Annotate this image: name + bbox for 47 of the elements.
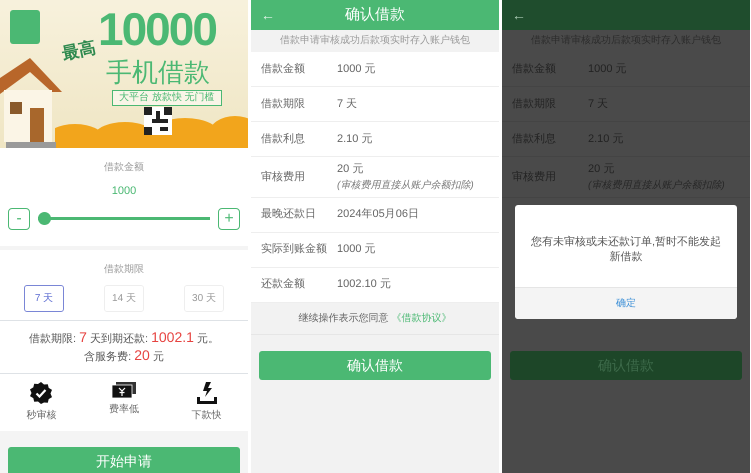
- minus-button[interactable]: -: [8, 208, 30, 230]
- back-button[interactable]: ←: [261, 5, 275, 26]
- page-title: 确认借款: [345, 4, 405, 25]
- row-label: 实际到账金额: [261, 242, 328, 258]
- lightning-tray-icon: [196, 382, 217, 404]
- row-label: 审核费用: [261, 170, 306, 184]
- row-value: 1000 元: [337, 242, 376, 258]
- agreement-text: 继续操作表示您同意 《借款协议》: [251, 302, 499, 334]
- row-value: 2.10 元: [337, 132, 372, 147]
- summary-text: 含服务费: 20 元: [83, 346, 165, 364]
- row-value: 7 天: [337, 96, 358, 112]
- banner-amount: 10000: [98, 6, 216, 52]
- feature-label: 秒审核: [26, 408, 56, 422]
- amount-value: 1000: [110, 184, 138, 199]
- slider-thumb[interactable]: [38, 212, 51, 225]
- row-label: 借款金额: [261, 62, 306, 77]
- row-label: 借款利息: [261, 132, 306, 147]
- plus-button[interactable]: +: [218, 208, 240, 230]
- ok-button[interactable]: 确定: [515, 287, 737, 319]
- cash-icon: [112, 382, 136, 398]
- term-option[interactable]: 14 天: [104, 284, 144, 312]
- row-value: 20 元: [337, 162, 364, 177]
- dialog-message: 您有未审核或未还款订单,暂时不能发起新借款: [530, 234, 722, 265]
- summary-text: 借款期限: 7 天到期还款: 1002.1 元。: [28, 328, 220, 346]
- check-badge-icon: [30, 382, 52, 404]
- banner-tagline: 大平台 放款快 无门槛: [112, 90, 222, 106]
- banner-prefix: 最高: [60, 36, 98, 66]
- row-label: 借款期限: [261, 96, 306, 112]
- apply-button[interactable]: 开始申请: [8, 446, 240, 473]
- qr-code-icon: [144, 107, 172, 135]
- agreement-link[interactable]: 《借款协议》: [391, 312, 452, 324]
- term-option[interactable]: 7 天: [24, 284, 64, 312]
- amount-label: 借款金额: [103, 160, 145, 175]
- confirm-button[interactable]: 确认借款: [259, 350, 491, 380]
- row-label: 还款金额: [261, 276, 306, 292]
- feature-label: 费率低: [108, 402, 139, 416]
- row-note: (审核费用直接从账户余额扣除): [337, 178, 474, 192]
- row-value: 2024年05月06日: [337, 207, 419, 222]
- term-label: 借款期限: [103, 262, 145, 276]
- banner-headline: 手机借款: [106, 58, 210, 87]
- row-value: 1000 元: [337, 62, 376, 77]
- term-option[interactable]: 30 天: [184, 284, 224, 312]
- row-value: 1002.10 元: [337, 277, 391, 292]
- feature-label: 下款快: [192, 408, 222, 422]
- back-button[interactable]: ←: [512, 5, 526, 26]
- row-label: 最晚还款日: [261, 207, 317, 222]
- logo-icon: [10, 10, 40, 44]
